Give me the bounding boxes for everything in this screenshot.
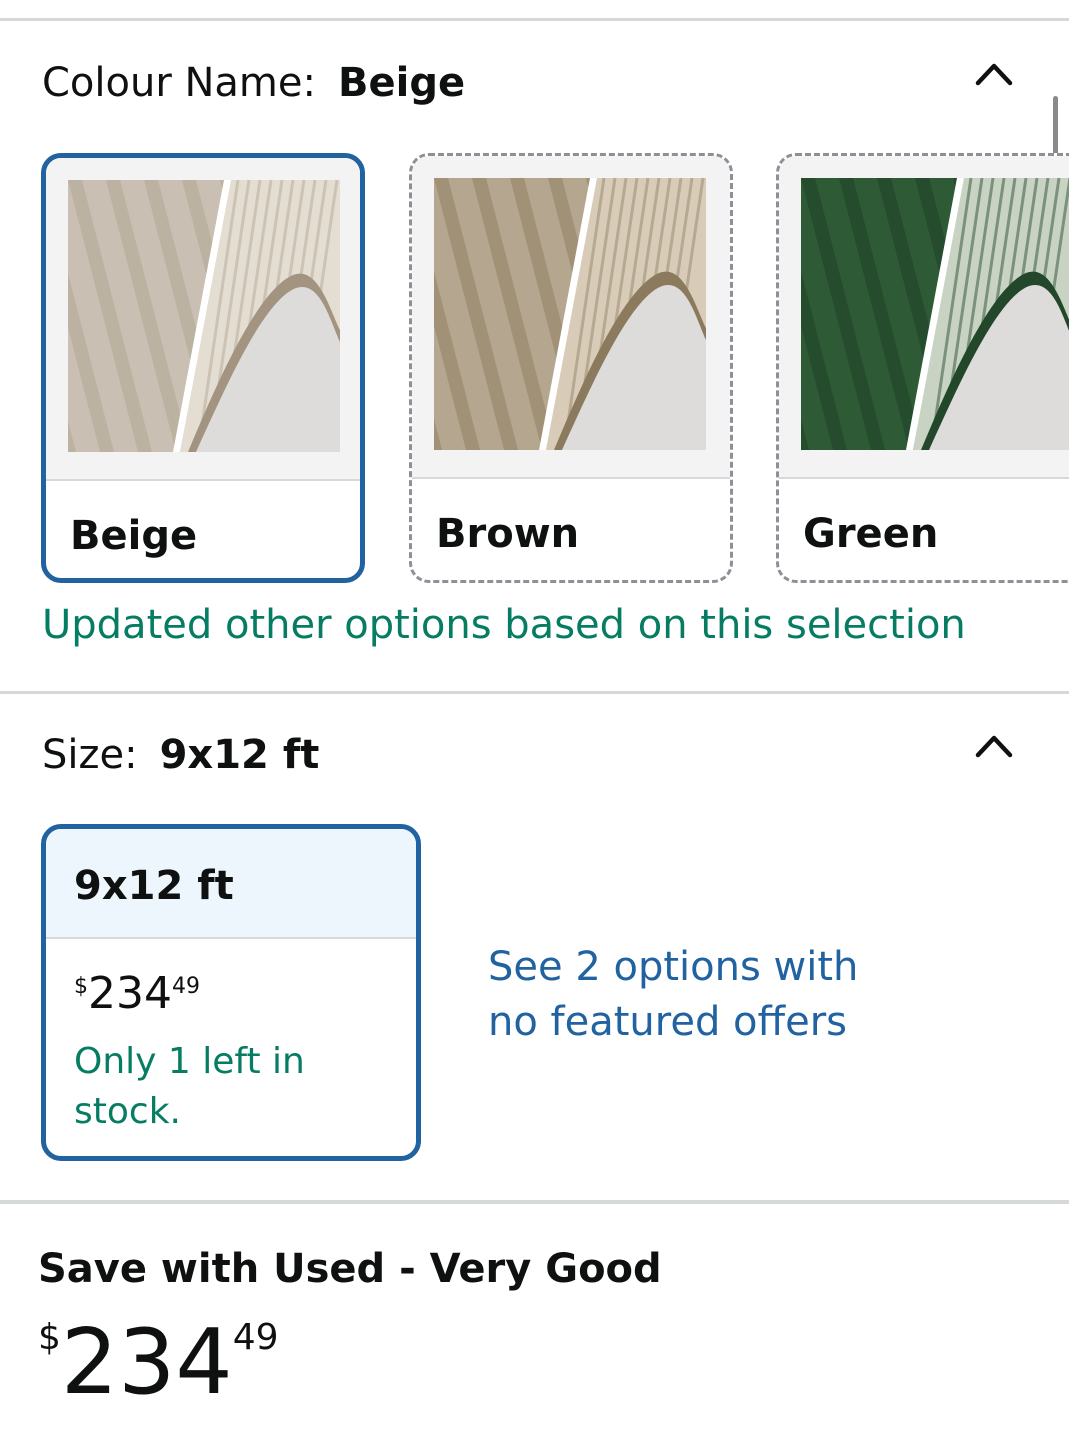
price-whole: 234 <box>88 968 172 1019</box>
size-label: Size: <box>42 732 138 778</box>
size-selected-value: 9x12 ft <box>159 732 320 778</box>
swatch-brown[interactable]: Brown <box>409 153 733 583</box>
top-divider <box>0 18 1069 21</box>
swatch-green[interactable]: Green <box>776 153 1069 583</box>
swatch-image <box>779 156 1069 479</box>
size-option-header: 9x12 ft <box>46 829 416 939</box>
swatch-label: Brown <box>436 511 580 557</box>
collapse-colour-button[interactable] <box>974 58 1014 88</box>
colour-header: Colour Name: Beige <box>42 60 465 106</box>
section-divider <box>0 691 1069 694</box>
size-option-9x12[interactable]: 9x12 ft $23449 Only 1 left in stock. <box>41 824 421 1161</box>
size-option-name: 9x12 ft <box>74 863 234 909</box>
variation-panel: Colour Name: Beige Beige Brown Green Upda… <box>0 0 1069 1440</box>
swatch-label: Green <box>803 511 939 557</box>
see-options-link[interactable]: See 2 options with no featured offers <box>488 940 908 1050</box>
price-currency: $ <box>38 1317 61 1358</box>
used-offer-title: Save with Used - Very Good <box>38 1246 662 1292</box>
price-fraction: 49 <box>171 974 200 999</box>
stock-status: Only 1 left in stock. <box>74 1041 305 1132</box>
collapse-size-button[interactable] <box>974 730 1014 760</box>
rug-image <box>434 178 706 450</box>
rug-image <box>801 178 1069 450</box>
swatch-image <box>46 158 360 481</box>
used-offer-price: $23449 <box>38 1318 279 1408</box>
swatch-label: Beige <box>70 513 198 559</box>
colour-label: Colour Name: <box>42 60 316 106</box>
chevron-up-icon <box>975 63 1013 86</box>
colour-selected-value: Beige <box>337 60 466 106</box>
swatch-image <box>412 156 730 479</box>
chevron-up-icon <box>975 735 1013 758</box>
section-divider <box>0 1200 1069 1204</box>
price-whole: 234 <box>60 1310 233 1415</box>
update-note: Updated other options based on this sele… <box>42 602 966 648</box>
swatch-beige[interactable]: Beige <box>41 153 365 583</box>
size-option-price: $23449 <box>74 972 200 1016</box>
price-fraction: 49 <box>232 1317 279 1358</box>
price-currency: $ <box>74 974 88 999</box>
rug-image <box>68 180 340 452</box>
size-header: Size: 9x12 ft <box>42 732 319 778</box>
